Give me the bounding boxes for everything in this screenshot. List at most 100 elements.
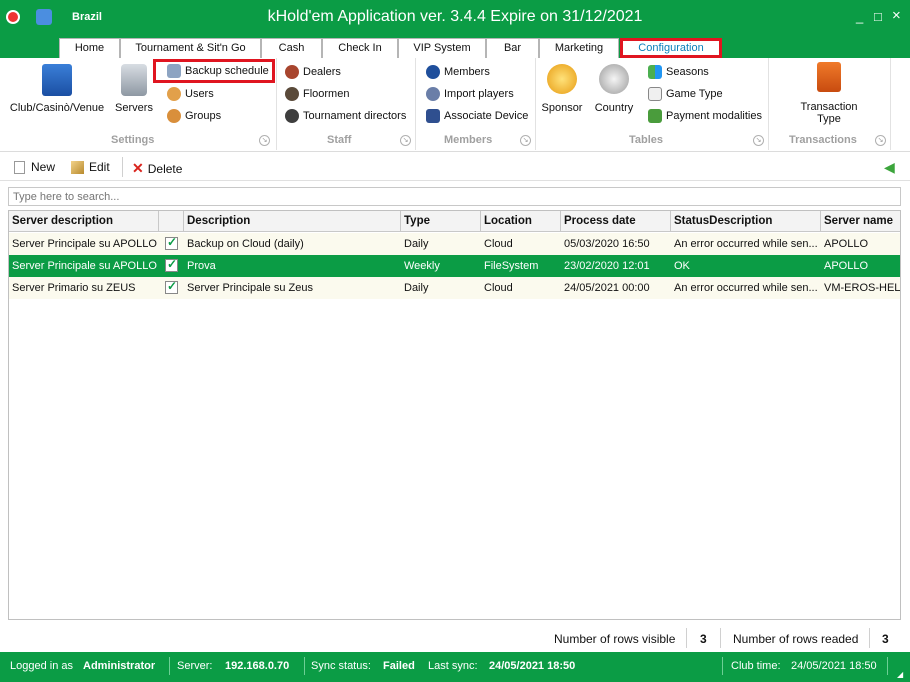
edit-label: Edit — [89, 160, 110, 174]
new-document-icon — [14, 161, 25, 175]
tab-check-in[interactable]: Check In — [322, 38, 398, 58]
floormen-label: Floormen — [303, 88, 350, 100]
tab-home[interactable]: Home — [59, 38, 120, 58]
club-time-label: Club time: — [731, 660, 781, 672]
servers-button[interactable]: Servers — [110, 64, 158, 114]
column-header-location[interactable]: Location — [481, 211, 561, 232]
last-sync-value: 24/05/2021 18:50 — [489, 660, 576, 672]
dealer-icon — [285, 65, 299, 80]
tables-launcher-icon[interactable]: ↘ — [753, 135, 764, 146]
members-launcher-icon[interactable]: ↘ — [520, 135, 531, 146]
globe-icon — [599, 64, 629, 94]
cell-process-date: 24/05/2021 00:00 — [564, 282, 650, 294]
cell-description: Server Principale su Zeus — [187, 282, 313, 294]
club-casino-venue-button[interactable]: Club/Casinò/Venue — [8, 64, 106, 114]
sponsor-label: Sponsor — [541, 102, 583, 114]
column-header-server-description[interactable]: Server description — [9, 211, 159, 232]
group-icon — [167, 109, 181, 124]
country-button[interactable]: Country — [591, 64, 637, 114]
dealers-label: Dealers — [303, 66, 341, 78]
column-header-enabled[interactable] — [159, 211, 184, 232]
tab-marketing[interactable]: Marketing — [539, 38, 619, 58]
backup-schedule-button[interactable]: Backup schedule — [153, 59, 275, 83]
import-players-button[interactable]: Import players — [426, 85, 514, 103]
rows-visible-label: Number of rows visible — [554, 632, 676, 646]
dealers-button[interactable]: Dealers — [285, 63, 341, 81]
transaction-type-label-line2: Type — [817, 113, 841, 125]
column-header-server-name[interactable]: Server name — [821, 211, 900, 232]
associate-device-button[interactable]: Associate Device — [426, 107, 528, 125]
search-input[interactable] — [8, 187, 901, 206]
members-label: Members — [444, 66, 490, 78]
tab-vip-system[interactable]: VIP System — [398, 38, 486, 58]
close-button[interactable]: × — [892, 7, 901, 24]
toolbar-separator — [122, 157, 123, 177]
table-row[interactable]: Server Principale su APOLLO Backup on Cl… — [9, 233, 900, 255]
new-button[interactable]: New — [14, 160, 55, 175]
payment-modalities-button[interactable]: Payment modalities — [648, 107, 762, 125]
tab-bar[interactable]: Bar — [486, 38, 539, 58]
tab-cash[interactable]: Cash — [261, 38, 322, 58]
table-row-selected[interactable]: Server Principale su APOLLO Prova Weekly… — [9, 255, 900, 277]
tab-configuration[interactable]: Configuration — [620, 38, 722, 58]
seasons-label: Seasons — [666, 66, 709, 78]
sponsor-icon — [547, 64, 577, 94]
members-button[interactable]: Members — [426, 63, 490, 81]
tab-tournament[interactable]: Tournament & Sit'n Go — [120, 38, 261, 58]
footer-separator — [869, 628, 870, 648]
group-separator — [535, 58, 536, 150]
delete-x-icon: ✕ — [132, 160, 144, 176]
edit-button[interactable]: Edit — [71, 160, 110, 175]
window-title: kHold'em Application ver. 3.4.4 Expire o… — [267, 8, 643, 25]
floorman-icon — [285, 87, 299, 102]
device-icon — [426, 109, 440, 124]
floormen-button[interactable]: Floormen — [285, 85, 349, 103]
status-separator — [169, 657, 170, 675]
tournament-directors-label: Tournament directors — [303, 110, 407, 122]
status-bar: Logged in as Administrator Server: 192.1… — [0, 652, 910, 682]
resize-grip-icon[interactable]: ◢ — [897, 670, 903, 679]
delete-button[interactable]: ✕ Delete — [132, 160, 182, 177]
status-separator — [304, 657, 305, 675]
enabled-checkbox[interactable] — [165, 257, 178, 272]
transactions-launcher-icon[interactable]: ↘ — [875, 135, 886, 146]
game-type-label: Game Type — [666, 88, 723, 100]
column-header-process-date[interactable]: Process date — [561, 211, 671, 232]
group-label-members: Members — [444, 134, 493, 146]
director-icon — [285, 109, 299, 124]
cell-location: Cloud — [484, 282, 513, 294]
cell-process-date: 23/02/2020 12:01 — [564, 260, 650, 272]
groups-button[interactable]: Groups — [167, 107, 221, 125]
enabled-checkbox[interactable] — [165, 279, 178, 294]
database-icon — [167, 64, 181, 79]
column-header-type[interactable]: Type — [401, 211, 481, 232]
seasons-button[interactable]: Seasons — [648, 63, 709, 81]
cell-location: FileSystem — [484, 260, 539, 272]
users-button[interactable]: Users — [167, 85, 214, 103]
sponsor-button[interactable]: Sponsor — [539, 64, 585, 114]
sync-status-label: Sync status: — [311, 660, 371, 672]
transaction-type-button[interactable]: Transaction Type — [792, 62, 866, 125]
enabled-checkbox[interactable] — [165, 235, 178, 250]
tournament-directors-button[interactable]: Tournament directors — [285, 107, 406, 125]
cell-description: Prova — [187, 260, 216, 272]
footer-separator — [720, 628, 721, 648]
status-separator — [887, 657, 888, 675]
staff-launcher-icon[interactable]: ↘ — [400, 135, 411, 146]
column-header-description[interactable]: Description — [184, 211, 401, 232]
settings-launcher-icon[interactable]: ↘ — [259, 135, 270, 146]
cell-location: Cloud — [484, 238, 513, 250]
minimize-button[interactable]: _ — [856, 9, 863, 24]
column-header-status-description[interactable]: StatusDescription — [671, 211, 821, 232]
cell-status-description: An error occurred while sen... — [674, 282, 818, 294]
payment-icon — [648, 109, 662, 124]
group-label-tables: Tables — [629, 134, 664, 146]
grid-toolbar: New Edit ✕ Delete ◀ — [0, 153, 910, 181]
maximize-button[interactable]: □ — [874, 9, 882, 24]
table-row[interactable]: Server Primario su ZEUS Server Principal… — [9, 277, 900, 299]
back-arrow-icon[interactable]: ◀ — [884, 159, 895, 176]
cell-type: Weekly — [404, 260, 440, 272]
game-type-button[interactable]: Game Type — [648, 85, 723, 103]
group-separator — [276, 58, 277, 150]
cell-server-description: Server Primario su ZEUS — [12, 282, 136, 294]
